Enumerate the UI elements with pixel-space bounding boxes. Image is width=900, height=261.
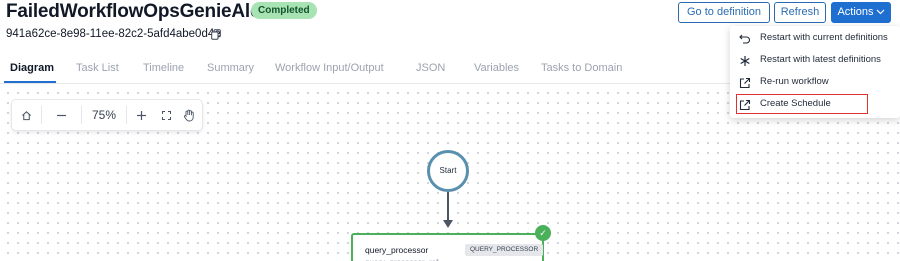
menu-item-label: Restart with latest definitions bbox=[760, 54, 881, 65]
pan-button[interactable] bbox=[176, 100, 202, 130]
start-node[interactable]: Start bbox=[427, 150, 469, 192]
task-name: query_processor bbox=[365, 245, 429, 255]
create-schedule-highlight bbox=[736, 94, 868, 114]
actions-button[interactable]: Actions bbox=[831, 2, 891, 23]
menu-item-restart-current[interactable]: Restart with current definitions bbox=[730, 29, 900, 49]
workflow-id: 941a62ce-8e98-11ee-82c2-5afd4abe0d4e bbox=[6, 28, 221, 40]
refresh-button[interactable]: Refresh bbox=[774, 2, 826, 23]
zoom-out-icon bbox=[57, 114, 66, 116]
zoom-level: 75% bbox=[91, 108, 117, 122]
menu-item-label: Re-run workflow bbox=[760, 76, 829, 87]
home-icon bbox=[22, 110, 31, 120]
tab-json[interactable]: JSON bbox=[416, 62, 445, 74]
home-button[interactable] bbox=[12, 100, 41, 130]
tab-diagram[interactable]: Diagram bbox=[10, 62, 54, 74]
menu-item-label: Restart with current definitions bbox=[760, 32, 888, 43]
zoom-out-button[interactable] bbox=[42, 100, 81, 130]
workflow-execution-page: FailedWorkflowOpsGenieAlerter Completed … bbox=[0, 0, 900, 261]
external-link-icon bbox=[739, 77, 751, 89]
asterisk-icon bbox=[740, 56, 750, 66]
zoom-in-icon bbox=[137, 110, 146, 120]
zoom-toolbar: 75% bbox=[12, 100, 202, 130]
go-to-definition-button[interactable]: Go to definition bbox=[678, 2, 770, 23]
task-node-query-processor[interactable]: query_processor query_processor_ref QUER… bbox=[351, 233, 544, 261]
tab-variables[interactable]: Variables bbox=[474, 62, 519, 74]
fit-view-icon bbox=[161, 110, 171, 120]
restart-icon bbox=[739, 34, 750, 44]
menu-item-rerun-workflow[interactable]: Re-run workflow bbox=[730, 73, 900, 93]
zoom-in-button[interactable] bbox=[127, 100, 156, 130]
start-node-label: Start bbox=[439, 166, 457, 175]
tab-summary[interactable]: Summary bbox=[207, 62, 254, 74]
actions-button-label: Actions bbox=[837, 6, 874, 18]
task-type-badge: QUERY_PROCESSOR bbox=[465, 244, 544, 256]
diagram-edge bbox=[447, 192, 449, 220]
copy-icon[interactable] bbox=[211, 29, 221, 40]
chevron-down-icon bbox=[876, 9, 884, 15]
workflow-title: FailedWorkflowOpsGenieAlerter bbox=[6, 1, 292, 22]
completed-check-icon: ✓ bbox=[535, 225, 551, 241]
menu-item-restart-latest[interactable]: Restart with latest definitions bbox=[730, 51, 900, 71]
edge-arrowhead bbox=[443, 220, 453, 228]
fit-view-button[interactable] bbox=[156, 100, 176, 130]
tab-task-list[interactable]: Task List bbox=[76, 62, 119, 74]
active-tab-indicator bbox=[4, 81, 56, 83]
tab-timeline[interactable]: Timeline bbox=[143, 62, 184, 74]
status-badge: Completed bbox=[251, 2, 317, 19]
pan-hand-icon bbox=[183, 109, 194, 121]
tab-tasks-to-domain[interactable]: Tasks to Domain bbox=[541, 62, 622, 74]
tab-workflow-input-output[interactable]: Workflow Input/Output bbox=[275, 62, 384, 74]
